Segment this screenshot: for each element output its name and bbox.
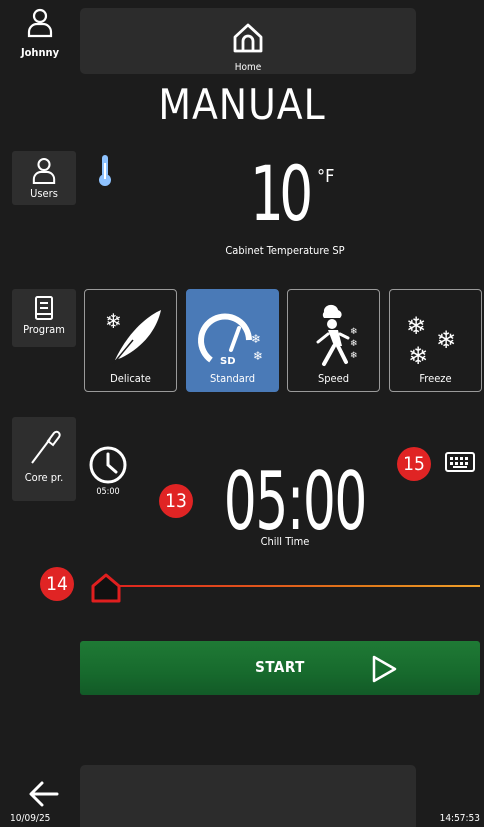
temperature-unit: °F [317,166,335,187]
user-profile[interactable]: Johnny [0,8,80,70]
users-label: Users [30,187,58,200]
temperature-label: Cabinet Temperature SP [225,244,345,257]
cabinet-temperature[interactable]: 10 °F [200,156,370,240]
time-slider-track[interactable] [100,585,480,587]
start-button[interactable]: START [80,641,480,695]
slider-handle[interactable] [89,572,123,604]
start-label: START [255,658,305,676]
mode-delicate[interactable]: ❄ Delicate [84,289,177,392]
svg-text:❄: ❄ [406,312,426,340]
svg-text:❄: ❄ [253,349,263,363]
core-probe-button[interactable]: Core pr. [12,417,76,501]
user-name: Johnny [20,46,60,59]
probe-icon [31,430,61,464]
clock-widget[interactable]: 05:00 [86,445,130,497]
keyboard-icon[interactable] [444,450,476,474]
back-arrow-icon[interactable] [27,780,61,808]
svg-text:❄: ❄ [350,339,358,349]
home-label: Home [234,62,262,73]
marker-15: 15 [397,447,431,481]
footer-time: 14:57:53 [439,813,480,824]
svg-text:❄: ❄ [408,342,428,370]
timer-label: Chill Time [260,535,310,548]
marker-14: 14 [40,567,74,601]
user-icon [27,8,53,38]
book-icon [35,296,53,320]
users-button[interactable]: Users [12,151,76,205]
page-title: MANUAL [158,80,326,129]
core-probe-label: Core pr. [24,471,64,484]
clock-label: 05:00 [96,487,120,497]
mode-label: Delicate [110,372,151,385]
timer-value: 05:00 [223,455,368,548]
thermometer-icon [99,155,111,186]
svg-text:❄: ❄ [436,326,456,354]
standard-badge: SD [220,356,236,367]
mode-speed[interactable]: ❄ ❄ ❄ Speed [287,289,380,392]
program-label: Program [23,323,65,336]
home-icon [233,23,263,53]
svg-text:❄: ❄ [251,332,261,346]
bottom-panel [80,765,416,827]
program-button[interactable]: Program [12,289,76,347]
play-icon [372,655,397,683]
mode-standard[interactable]: SD ❄ ❄ Standard [186,289,279,392]
marker-13: 13 [159,484,193,518]
feather-icon: ❄ [105,309,161,365]
mode-freeze[interactable]: ❄ ❄ ❄ Freeze [389,289,482,392]
svg-text:❄: ❄ [350,327,358,337]
mode-label: Standard [209,372,255,385]
svg-text:❄: ❄ [105,309,122,333]
user-icon [32,157,56,185]
home-button[interactable]: Home [80,8,416,74]
mode-label: Speed [317,372,350,385]
running-chef-icon: ❄ ❄ ❄ [316,304,358,366]
snowflakes-icon: ❄ ❄ ❄ [406,312,456,370]
temperature-value: 10 [250,149,313,238]
clock-icon [89,446,127,484]
mode-label: Freeze [419,372,452,385]
svg-text:❄: ❄ [350,351,358,361]
footer-date: 10/09/25 [10,813,51,824]
gauge-icon: SD ❄ ❄ [198,313,263,367]
